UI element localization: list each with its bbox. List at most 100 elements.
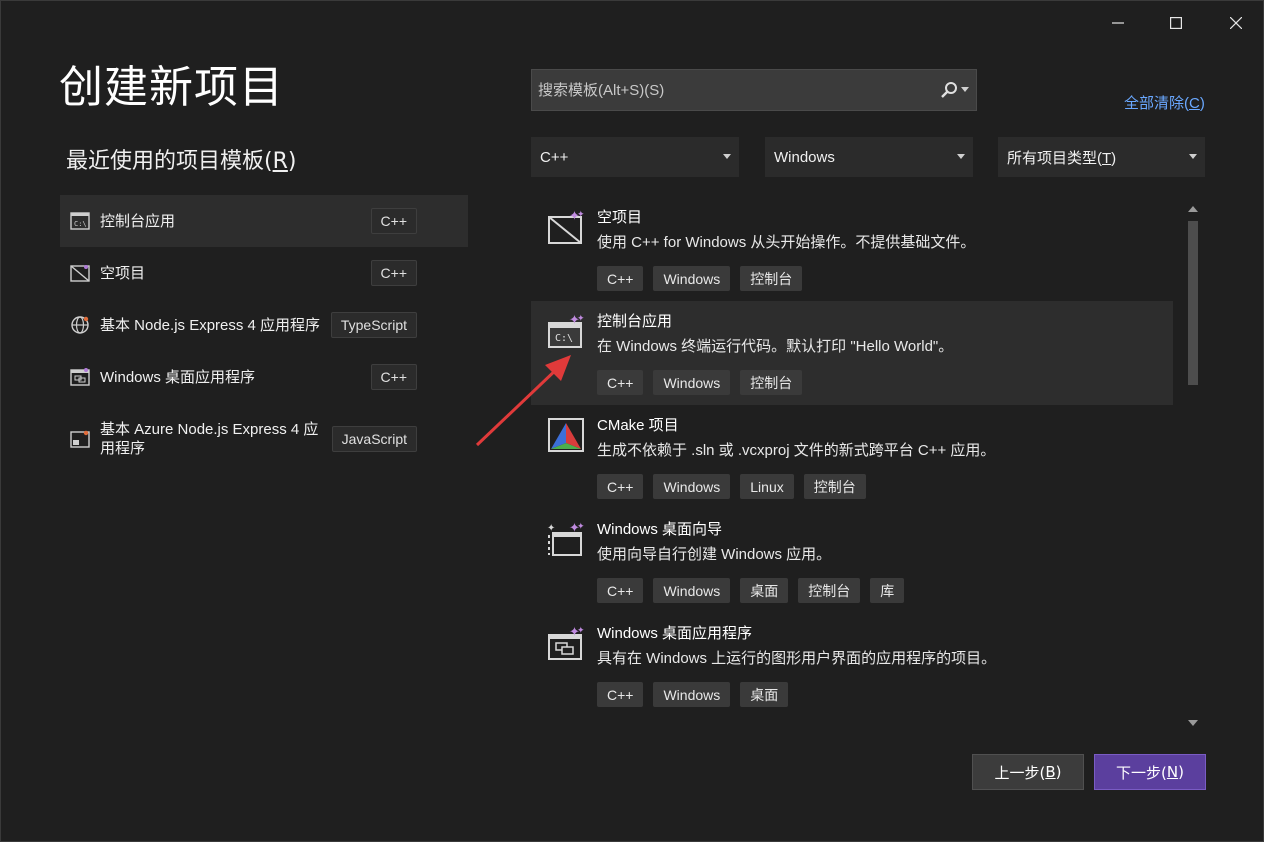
svg-text:C:\: C:\: [555, 333, 573, 344]
template-tag: Windows: [653, 682, 731, 707]
template-tag: Windows: [653, 578, 731, 603]
svg-text:✦: ✦: [577, 314, 585, 324]
template-tag: Windows: [653, 370, 731, 395]
template-tag: Windows: [653, 474, 731, 499]
scrollbar-thumb[interactable]: [1188, 221, 1198, 385]
template-item-desktop-wizard[interactable]: ✦ ✦ ✦ Windows 桌面向导 使用向导自行创建 Windows 应用。 C+…: [531, 509, 1173, 613]
template-description: 使用 C++ for Windows 从头开始操作。不提供基础文件。: [597, 234, 976, 251]
recent-item-empty-project[interactable]: 空项目 C++: [60, 247, 468, 299]
template-tags: C++ Windows 桌面 控制台 库: [597, 578, 1173, 603]
language-filter-dropdown[interactable]: C++: [531, 137, 739, 177]
template-tag: 控制台: [740, 266, 803, 291]
back-label-key: B: [1045, 763, 1056, 781]
platform-filter-dropdown[interactable]: Windows: [765, 137, 973, 177]
recent-heading-prefix: 最近使用的项目模板(: [66, 149, 273, 174]
empty-project-icon: [70, 263, 90, 283]
template-tag: C++: [597, 370, 644, 395]
template-tag: C++: [597, 474, 644, 499]
recent-item-label: 基本 Azure Node.js Express 4 应用程序: [100, 421, 319, 457]
template-list: ✦ ✦ 空项目 使用 C++ for Windows 从头开始操作。不提供基础文件…: [531, 197, 1173, 731]
desktop-wizard-icon: ✦ ✦ ✦: [547, 521, 585, 557]
platform-filter-value: Windows: [774, 148, 835, 166]
console-app-icon: C:\: [70, 211, 90, 231]
template-tag: 控制台: [803, 474, 866, 499]
svg-text:C:\: C:\: [74, 220, 87, 228]
search-icon: [940, 82, 957, 98]
template-title: Windows 桌面向导: [597, 521, 723, 538]
template-tag: C++: [597, 578, 644, 603]
minimize-button[interactable]: [1095, 7, 1141, 39]
template-tag: C++: [597, 682, 644, 707]
recent-item-label: 基本 Node.js Express 4 应用程序: [100, 316, 321, 334]
chevron-down-icon: [960, 87, 969, 92]
recent-item-label: Windows 桌面应用程序: [100, 368, 256, 386]
template-title: 控制台应用: [597, 313, 673, 330]
template-tag: 控制台: [740, 370, 803, 395]
maximize-icon: [1170, 17, 1182, 29]
search-options-button[interactable]: [932, 70, 976, 110]
recent-heading-key: R: [272, 149, 288, 174]
template-tags: C++ Windows 桌面: [597, 682, 1173, 707]
clear-all-prefix: 全部清除(: [1124, 95, 1189, 112]
template-item-cmake-project[interactable]: CMake 项目 生成不依赖于 .sln 或 .vcxproj 文件的新式跨平台…: [531, 405, 1173, 509]
language-filter-value: C++: [540, 148, 569, 166]
next-label-key: N: [1166, 763, 1179, 781]
project-type-suffix: ): [1111, 149, 1117, 167]
next-label-suffix: ): [1178, 763, 1184, 781]
clear-all-suffix: ): [1199, 95, 1205, 112]
template-item-empty-project[interactable]: ✦ ✦ 空项目 使用 C++ for Windows 从头开始操作。不提供基础文件…: [531, 197, 1173, 301]
clear-all-key: C: [1189, 95, 1200, 112]
project-type-filter-value: 所有项目类型(T): [1007, 147, 1116, 168]
search-input[interactable]: [532, 70, 932, 110]
template-tags: C++ Windows 控制台: [597, 266, 1173, 291]
back-label-suffix: ): [1055, 763, 1062, 781]
recent-item-console-app[interactable]: C:\ 控制台应用 C++: [60, 195, 468, 247]
template-item-windows-desktop-app[interactable]: ✦ ✦ Windows 桌面应用程序 具有在 Windows 上运行的图形用户界面…: [531, 613, 1173, 717]
template-title: 空项目: [597, 209, 643, 226]
create-new-project-window: 创建新项目 最近使用的项目模板(R) C:\ 控制台应用 C++ 空项目 C++…: [0, 0, 1264, 842]
maximize-button[interactable]: [1153, 7, 1199, 39]
next-label-prefix: 下一步(: [1116, 763, 1167, 782]
recent-item-nodejs-express[interactable]: 基本 Node.js Express 4 应用程序 TypeScript: [60, 299, 468, 351]
project-type-filter-dropdown[interactable]: 所有项目类型(T): [998, 137, 1205, 177]
page-title: 创建新项目: [59, 62, 284, 113]
template-description: 生成不依赖于 .sln 或 .vcxproj 文件的新式跨平台 C++ 应用。: [597, 442, 996, 459]
template-item-console-app[interactable]: C:\ ✦ ✦ 控制台应用 在 Windows 终端运行代码。默认打印 "Hello…: [531, 301, 1173, 405]
template-description: 具有在 Windows 上运行的图形用户界面的应用程序的项目。: [597, 650, 997, 667]
next-button[interactable]: 下一步(N): [1094, 754, 1206, 790]
clear-all-link[interactable]: 全部清除(C): [1124, 92, 1205, 113]
cmake-icon: [547, 417, 585, 453]
template-tag: C++: [597, 266, 644, 291]
svg-text:✦: ✦: [577, 522, 585, 532]
close-button[interactable]: [1213, 7, 1259, 39]
scroll-down-arrow-icon[interactable]: [1188, 720, 1198, 726]
recent-item-tag: C++: [370, 208, 417, 234]
recent-item-label: 空项目: [100, 264, 146, 282]
nodejs-globe-icon: [70, 315, 90, 335]
back-label-prefix: 上一步(: [994, 763, 1046, 782]
back-button[interactable]: 上一步(B): [972, 754, 1084, 790]
template-list-scrollbar[interactable]: [1184, 199, 1201, 731]
chevron-down-icon: [957, 154, 965, 159]
recent-item-tag: TypeScript: [330, 312, 417, 338]
template-tags: C++ Windows Linux 控制台: [597, 474, 1173, 499]
close-icon: [1230, 17, 1242, 29]
recent-item-label: 控制台应用: [100, 212, 176, 230]
recent-item-azure-nodejs[interactable]: 基本 Azure Node.js Express 4 应用程序 JavaScri…: [60, 409, 468, 469]
template-tag: Linux: [740, 474, 794, 499]
empty-project-icon: ✦ ✦: [547, 209, 585, 245]
azure-nodejs-icon: [70, 429, 90, 449]
recent-item-windows-desktop-app[interactable]: Windows 桌面应用程序 C++: [60, 351, 468, 403]
template-tag: 桌面: [740, 578, 789, 603]
chevron-down-icon: [723, 154, 731, 159]
recent-item-tag: C++: [370, 260, 417, 286]
template-tags: C++ Windows 控制台: [597, 370, 1173, 395]
recent-item-tag: JavaScript: [331, 426, 417, 452]
scroll-up-arrow-icon[interactable]: [1188, 206, 1198, 212]
svg-text:✦: ✦: [577, 210, 585, 220]
recent-templates-heading: 最近使用的项目模板(R): [66, 143, 296, 175]
template-tag: 库: [870, 578, 905, 603]
search-box: [531, 69, 977, 111]
template-tag: 控制台: [798, 578, 861, 603]
template-tag: 桌面: [740, 682, 789, 707]
